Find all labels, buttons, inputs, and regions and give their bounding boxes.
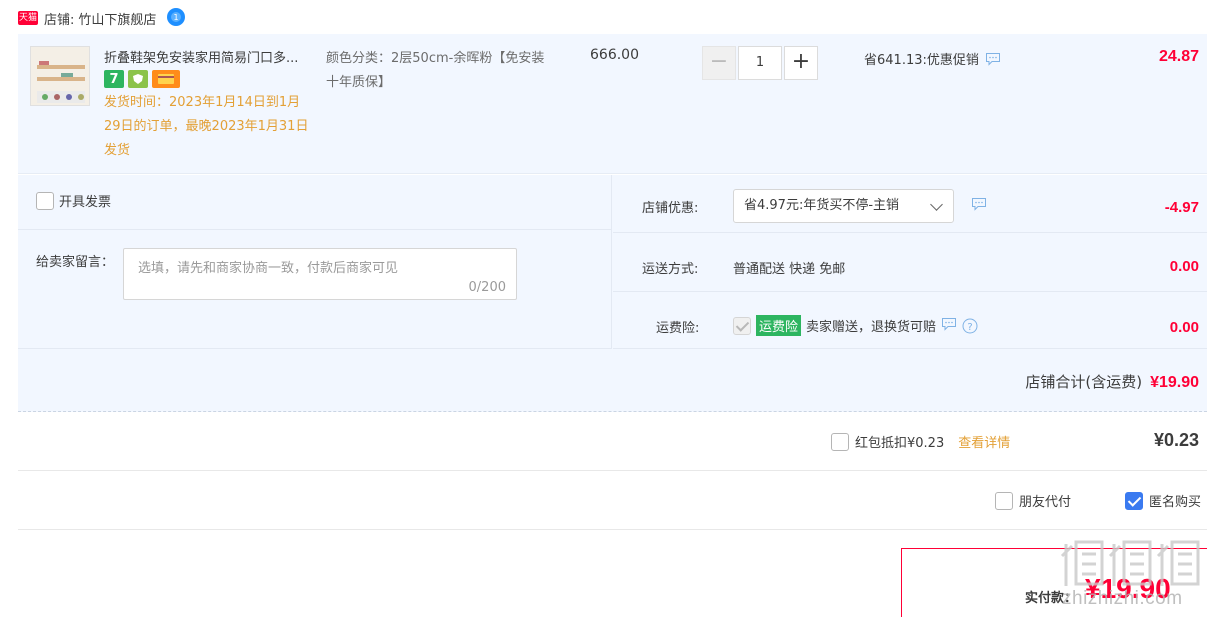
shipping-label: 运送方式:	[642, 262, 699, 277]
insurance-checkbox	[733, 316, 751, 335]
wangwang-chat-icon[interactable]: 1	[166, 7, 186, 26]
seller-message-placeholder: 选填，请先和商家协商一致，付款后商家可见	[138, 261, 399, 276]
red-packet-details-link[interactable]: 查看详情	[958, 432, 1010, 451]
options-left-panel: 开具发票 给卖家留言： 选填，请先和商家协商一致，付款后商家可见 0/200	[18, 175, 612, 349]
store-total-value: ¥19.90	[1150, 374, 1199, 391]
store-total: 店铺合计(含运费) ¥19.90	[1025, 371, 1199, 392]
shop-label: 店铺:	[44, 12, 75, 28]
comment-icon[interactable]	[941, 317, 957, 335]
red-packet-row: 红包抵扣¥0.23 查看详情 ¥0.23	[18, 413, 1207, 471]
invoice-label: 开具发票	[59, 195, 112, 210]
insurance-label: 运费险:	[656, 321, 700, 336]
pay-mode-row: 朋友代付 匿名购买	[18, 472, 1207, 530]
anonymous-buy-label: 匿名购买	[1149, 495, 1202, 510]
product-thumbnail[interactable]	[30, 46, 90, 106]
seven-day-return-icon: 7	[104, 70, 124, 88]
divider	[18, 229, 612, 230]
seller-message-input[interactable]: 选填，请先和商家协商一致，付款后商家可见 0/200	[123, 248, 517, 300]
shop-discount-select[interactable]: 省4.97元:年货买不停-主销	[733, 189, 954, 223]
payment-summary: 实付款： ¥19.90	[901, 548, 1207, 617]
seller-message-count: 0/200	[468, 280, 506, 295]
invoice-checkbox[interactable]	[36, 191, 54, 210]
red-packet-value: ¥0.23	[1153, 430, 1199, 450]
item-subtotal: 24.87	[1158, 48, 1199, 65]
svg-text:?: ?	[967, 322, 972, 333]
seller-message-label: 给卖家留言：	[36, 255, 115, 270]
quantity-decrease-button[interactable]: −	[702, 46, 736, 80]
divider	[18, 348, 612, 349]
invoice-option[interactable]: 开具发票	[36, 191, 111, 210]
quantity-stepper: − 1 +	[702, 46, 818, 80]
unit-price: 666.00	[590, 47, 639, 63]
promo-info: 省641.13:优惠促销	[864, 49, 1001, 68]
product-spec: 颜色分类：2层50cm-余晖粉【免安装 十年质保】	[326, 51, 545, 90]
red-packet-option[interactable]: 红包抵扣¥0.23 查看详情	[831, 432, 1010, 451]
anonymous-buy-option[interactable]: 匿名购买	[1125, 491, 1201, 510]
chevron-down-icon	[930, 198, 943, 211]
insurance-row: 运费险: 运费险 卖家赠送，退换货可赔 ? 0.00	[613, 293, 1207, 349]
quantity-increase-button[interactable]: +	[784, 46, 818, 80]
friend-pay-label: 朋友代付	[1019, 495, 1072, 510]
product-title-link[interactable]: 折叠鞋架免安装家用简易门口多...	[104, 47, 324, 66]
friend-pay-option[interactable]: 朋友代付	[995, 491, 1071, 510]
service-tags: 7	[104, 70, 180, 88]
svg-text:1: 1	[174, 13, 179, 22]
insurance-badge: 运费险	[756, 315, 802, 336]
shield-guarantee-icon	[128, 70, 148, 88]
credit-card-icon	[152, 70, 180, 88]
anonymous-buy-checkbox[interactable]	[1125, 491, 1143, 510]
red-packet-label: 红包抵扣¥0.23	[855, 436, 945, 451]
order-options: 开具发票 给卖家留言： 选填，请先和商家协商一致，付款后商家可见 0/200 店…	[18, 175, 1207, 412]
quantity-input[interactable]: 1	[738, 46, 782, 80]
shipping-method: 普通配送 快递 免邮	[733, 262, 846, 277]
comment-icon[interactable]	[971, 197, 987, 215]
shop-discount-label: 店铺优惠:	[642, 201, 699, 216]
options-right-panel: 店铺优惠: 省4.97元:年货买不停-主销 -4.97 运送方式: 普通配送 快…	[613, 175, 1207, 349]
payment-value: ¥19.90	[1085, 573, 1171, 604]
friend-pay-checkbox[interactable]	[995, 491, 1013, 510]
insurance-text: 卖家赠送，退换货可赔	[806, 320, 937, 335]
insurance-value: 0.00	[1169, 319, 1199, 336]
tmall-logo-icon: 天猫	[18, 11, 38, 25]
help-icon[interactable]: ?	[962, 318, 978, 334]
shipping-row: 运送方式: 普通配送 快递 免邮 0.00	[613, 234, 1207, 292]
order-item-row: 折叠鞋架免安装家用简易门口多... 7 发货时间：2023年1月14日到1月29…	[18, 34, 1207, 174]
shop-discount-row: 店铺优惠: 省4.97元:年货买不停-主销 -4.97	[613, 175, 1207, 233]
payment-label: 实付款：	[1025, 591, 1078, 606]
comment-icon[interactable]	[985, 52, 1001, 66]
shop-header: 天猫 店铺: 竹山下旗舰店 1	[18, 6, 186, 30]
promo-text: 省641.13:优惠促销	[864, 53, 979, 68]
store-total-label: 店铺合计(含运费)	[1025, 373, 1143, 391]
insurance-option: 运费险 卖家赠送，退换货可赔 ?	[733, 315, 978, 336]
shop-name-link[interactable]: 竹山下旗舰店	[78, 9, 156, 28]
shipping-value: 0.00	[1169, 258, 1199, 275]
red-packet-checkbox[interactable]	[831, 432, 849, 451]
shop-discount-selected: 省4.97元:年货买不停-主销	[744, 198, 900, 213]
ship-time-notice: 发货时间：2023年1月14日到1月29日的订单，最晚2023年1月31日发货	[104, 95, 309, 158]
shop-discount-value: -4.97	[1164, 199, 1199, 216]
